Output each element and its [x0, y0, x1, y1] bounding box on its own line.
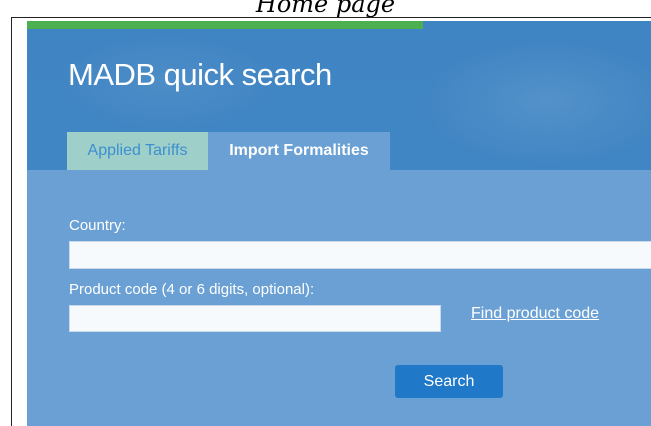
frame-left-border: [11, 17, 12, 426]
search-form-area: [27, 170, 651, 426]
search-button[interactable]: Search: [395, 365, 503, 398]
quick-search-panel: MADB quick search Applied Tariffs Import…: [27, 21, 651, 426]
country-input[interactable]: [69, 241, 651, 269]
tab-applied-tariffs[interactable]: Applied Tariffs: [67, 132, 208, 170]
product-code-input[interactable]: [69, 305, 441, 332]
frame-top-border: [11, 17, 651, 18]
panel-title: MADB quick search: [68, 57, 332, 92]
tab-import-formalities[interactable]: Import Formalities: [208, 132, 390, 170]
page-caption: Home page: [255, 0, 396, 18]
product-code-label: Product code (4 or 6 digits, optional):: [69, 281, 315, 298]
find-product-code-link[interactable]: Find product code: [471, 305, 599, 323]
accent-bar: [27, 21, 423, 29]
country-label: Country:: [69, 217, 126, 234]
